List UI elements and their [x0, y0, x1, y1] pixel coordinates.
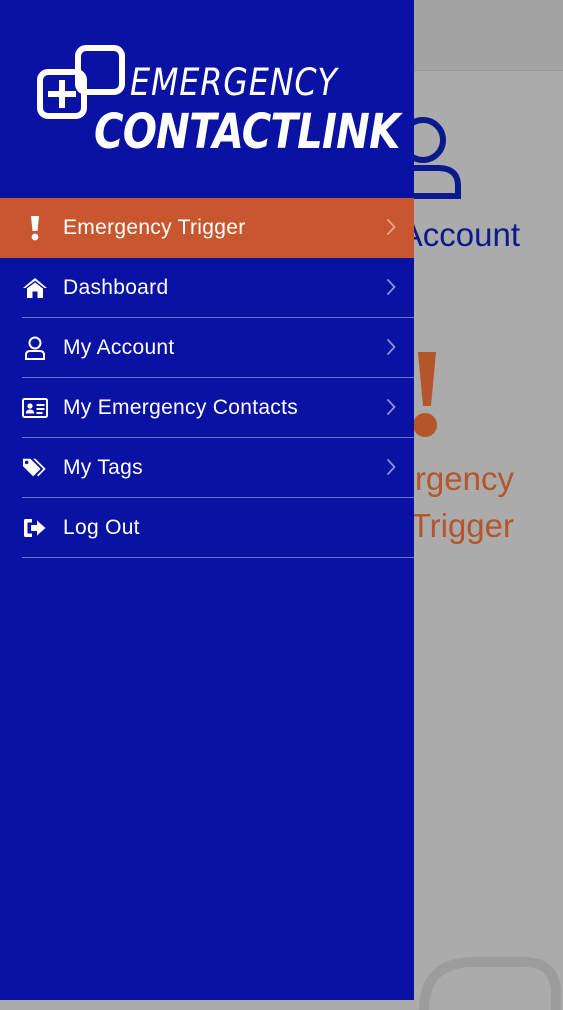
menu-item-dashboard[interactable]: Dashboard: [22, 258, 414, 318]
chevron-right-icon: [386, 458, 396, 476]
menu-item-emergency-trigger[interactable]: Emergency Trigger: [0, 198, 414, 258]
menu-item-label: Log Out: [63, 515, 140, 539]
menu-item-label: My Tags: [63, 455, 143, 479]
menu-item-log-out[interactable]: Log Out: [22, 498, 414, 558]
menu-item-label: My Account: [63, 335, 175, 359]
menu-item-label: My Emergency Contacts: [63, 395, 299, 419]
tags-icon: [22, 455, 48, 481]
menu-item-label: Dashboard: [63, 275, 169, 299]
app-logo: EMERGENCY CONTACTLINK: [36, 44, 400, 169]
chevron-right-icon: [386, 398, 396, 416]
logo-text-emergency: EMERGENCY: [130, 61, 338, 104]
exclamation-icon: [22, 215, 48, 241]
menu-item-my-tags[interactable]: My Tags: [22, 438, 414, 498]
sign-out-icon: [22, 515, 48, 541]
home-icon: [22, 275, 48, 301]
menu-item-my-account[interactable]: My Account: [22, 318, 414, 378]
navigation-drawer: EMERGENCY CONTACTLINK Emergency Trigger: [0, 0, 414, 1000]
user-icon: [22, 335, 48, 361]
menu-item-label: Emergency Trigger: [63, 215, 246, 239]
drawer-menu: Emergency Trigger Dashboard My Account M…: [0, 198, 414, 558]
menu-item-my-emergency-contacts[interactable]: My Emergency Contacts: [22, 378, 414, 438]
chevron-right-icon: [386, 338, 396, 356]
chevron-right-icon: [386, 278, 396, 296]
logo-text-contactlink: CONTACTLINK: [94, 104, 400, 160]
chevron-right-icon: [386, 218, 396, 236]
id-card-icon: [22, 395, 48, 421]
background-bottom-icon: [419, 957, 561, 1010]
